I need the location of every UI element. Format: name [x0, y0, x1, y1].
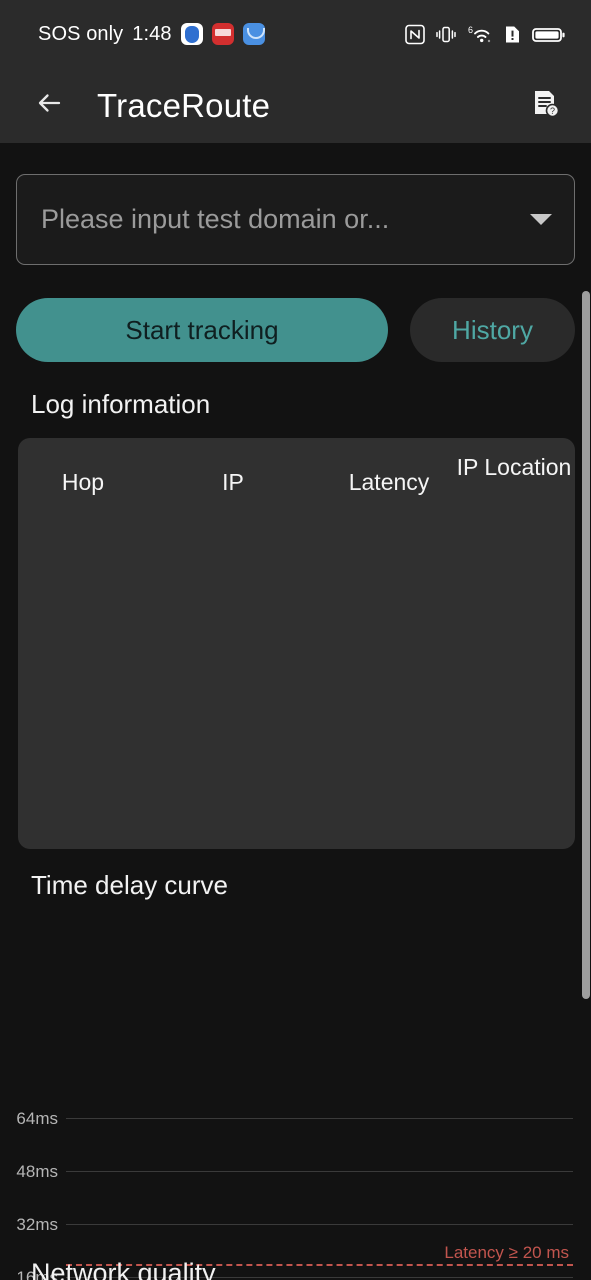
- time-delay-chart: 0ms16ms32ms48ms64msLatency ≥ 20 ms123456…: [0, 943, 591, 1280]
- chart-gridline: [66, 1224, 573, 1225]
- chart-gridline: [66, 1118, 573, 1119]
- status-bar-right: 6: [405, 24, 565, 45]
- chart-y-tick-label: 64ms: [16, 1109, 58, 1128]
- battery-icon: [532, 24, 565, 45]
- chart-y-tick-label: 32ms: [16, 1215, 58, 1234]
- start-tracking-button[interactable]: Start tracking: [16, 298, 388, 362]
- vibrate-icon: [436, 24, 456, 45]
- carrier-label: SOS only: [38, 22, 124, 45]
- chevron-down-icon[interactable]: [530, 214, 552, 225]
- scrollbar-thumb[interactable]: [582, 291, 590, 999]
- back-arrow-icon: [32, 86, 66, 125]
- document-help-icon: ?: [529, 87, 561, 124]
- network-quality-title: Network quality: [31, 1258, 216, 1280]
- app-bar: TraceRoute ?: [0, 68, 591, 143]
- log-information-title: Log information: [31, 389, 211, 419]
- wifi-6-icon: 6: [467, 24, 493, 45]
- red-app-badge-icon: [211, 23, 234, 45]
- help-button[interactable]: ?: [523, 84, 567, 128]
- time-delay-curve-title: Time delay curve: [31, 870, 228, 900]
- svg-text:?: ?: [550, 106, 555, 116]
- column-header-ip: IP: [222, 469, 244, 495]
- status-bar: SOS only 1:48 6: [0, 0, 591, 68]
- log-table-header: Hop IP Latency IP Location: [18, 438, 575, 526]
- chart-y-tick-label: 48ms: [16, 1162, 58, 1181]
- history-button[interactable]: History: [410, 298, 575, 362]
- log-information-card: Hop IP Latency IP Location: [18, 438, 575, 849]
- chart-threshold-label: Latency ≥ 20 ms: [444, 1242, 569, 1262]
- chart-gridline: [66, 1171, 573, 1172]
- domain-input-placeholder: Please input test domain or...: [41, 204, 390, 234]
- domain-input[interactable]: Please input test domain or...: [16, 174, 575, 265]
- back-button[interactable]: [21, 78, 77, 134]
- blue-app-badge-icon: [242, 23, 265, 45]
- page-title: TraceRoute: [97, 86, 271, 124]
- scrollbar-track[interactable]: [581, 143, 591, 1280]
- scroll-content: Please input test domain or... Start tra…: [0, 143, 591, 1280]
- nfc-icon: [405, 24, 425, 45]
- sim-alert-icon: [504, 24, 521, 45]
- status-bar-left: SOS only 1:48: [38, 23, 265, 46]
- column-header-latency: Latency: [348, 469, 430, 495]
- action-button-row: Start tracking History: [16, 298, 575, 362]
- shield-badge-icon: [180, 23, 203, 45]
- svg-text:6: 6: [468, 25, 473, 35]
- clock-label: 1:48: [132, 22, 172, 45]
- column-header-ip-location: IP Location: [456, 454, 572, 480]
- column-header-hop: Hop: [61, 469, 105, 495]
